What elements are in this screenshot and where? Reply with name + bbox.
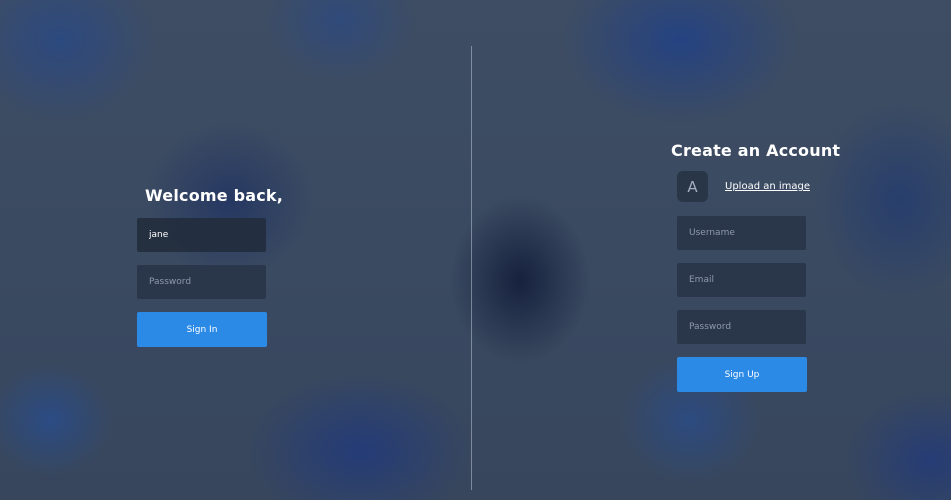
sign-up-button[interactable]: Sign Up: [677, 357, 807, 392]
signup-username-input[interactable]: [677, 216, 806, 250]
signup-email-input[interactable]: [677, 263, 806, 297]
upload-image-link[interactable]: Upload an image: [725, 181, 810, 192]
login-title: Welcome back,: [145, 186, 284, 205]
sign-in-button[interactable]: Sign In: [137, 312, 267, 347]
signup-title: Create an Account: [671, 141, 841, 160]
signup-password-input[interactable]: [677, 310, 806, 344]
avatar-letter: A: [687, 177, 698, 196]
avatar-placeholder[interactable]: A: [677, 171, 708, 202]
panel-divider: [471, 46, 472, 490]
login-username-input[interactable]: [137, 218, 266, 252]
login-password-input[interactable]: [137, 265, 266, 299]
